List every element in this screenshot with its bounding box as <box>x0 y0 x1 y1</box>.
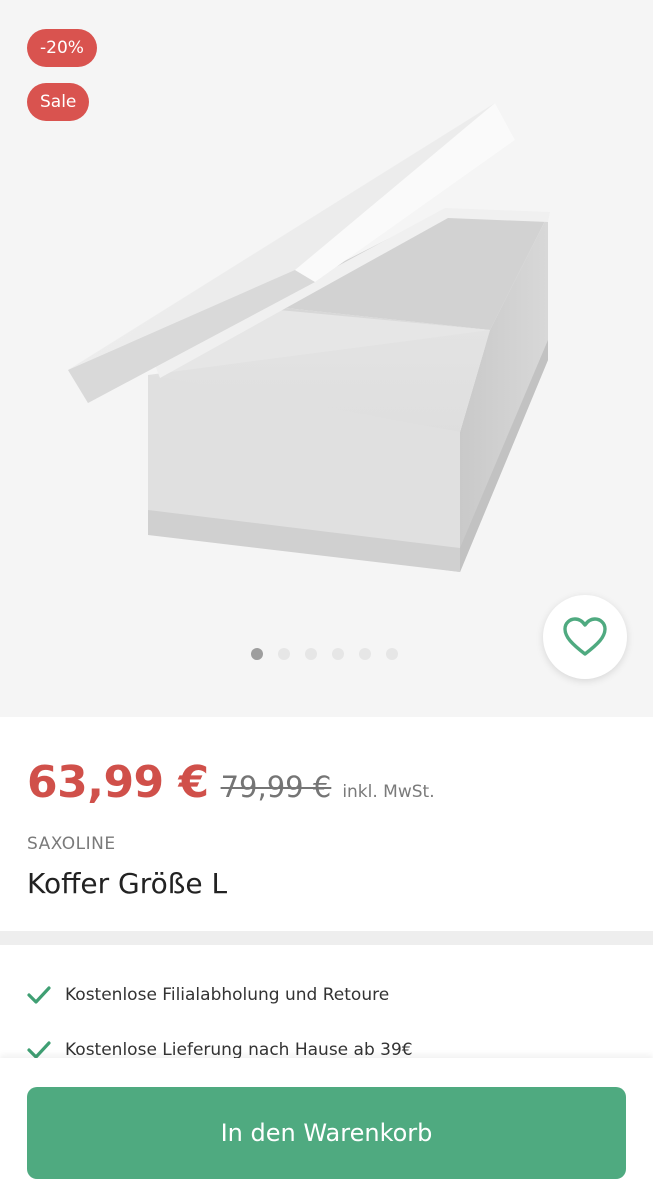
benefits-list: Kostenlose Filialabholung und Retoure Ko… <box>0 945 653 1065</box>
discount-badge: -20% <box>27 29 97 67</box>
favorite-button[interactable] <box>543 595 627 679</box>
price-row: 63,99 € 79,99 € inkl. MwSt. <box>27 757 435 808</box>
product-gallery[interactable]: -20% Sale <box>0 0 653 717</box>
current-price: 63,99 € <box>27 757 209 808</box>
checkmark-icon <box>27 1041 51 1059</box>
carousel-dot[interactable] <box>386 648 398 660</box>
heart-outline-icon <box>563 617 607 656</box>
carousel-dot[interactable] <box>251 648 263 660</box>
carousel-dot[interactable] <box>278 648 290 660</box>
benefit-text: Kostenlose Lieferung nach Hause ab 39€ <box>65 1040 413 1060</box>
product-title: Koffer Größe L <box>27 867 228 900</box>
checkmark-icon <box>27 986 51 1004</box>
benefit-text: Kostenlose Filialabholung und Retoure <box>65 985 390 1005</box>
vat-note: inkl. MwSt. <box>342 782 435 802</box>
carousel-dot[interactable] <box>359 648 371 660</box>
carousel-dots <box>251 648 398 660</box>
original-price: 79,99 € <box>220 770 332 804</box>
brand-name[interactable]: SAXOLINE <box>27 834 116 854</box>
add-to-cart-button[interactable]: In den Warenkorb <box>27 1087 626 1179</box>
sale-badge: Sale <box>27 83 90 121</box>
section-divider <box>0 931 653 945</box>
carousel-dot[interactable] <box>305 648 317 660</box>
cart-bar: In den Warenkorb <box>0 1058 653 1200</box>
carousel-dot[interactable] <box>332 648 344 660</box>
benefit-item: Kostenlose Lieferung nach Hause ab 39€ <box>27 1040 413 1060</box>
benefit-item: Kostenlose Filialabholung und Retoure <box>27 985 389 1005</box>
price-section: 63,99 € 79,99 € inkl. MwSt. SAXOLINE Kof… <box>0 717 653 931</box>
